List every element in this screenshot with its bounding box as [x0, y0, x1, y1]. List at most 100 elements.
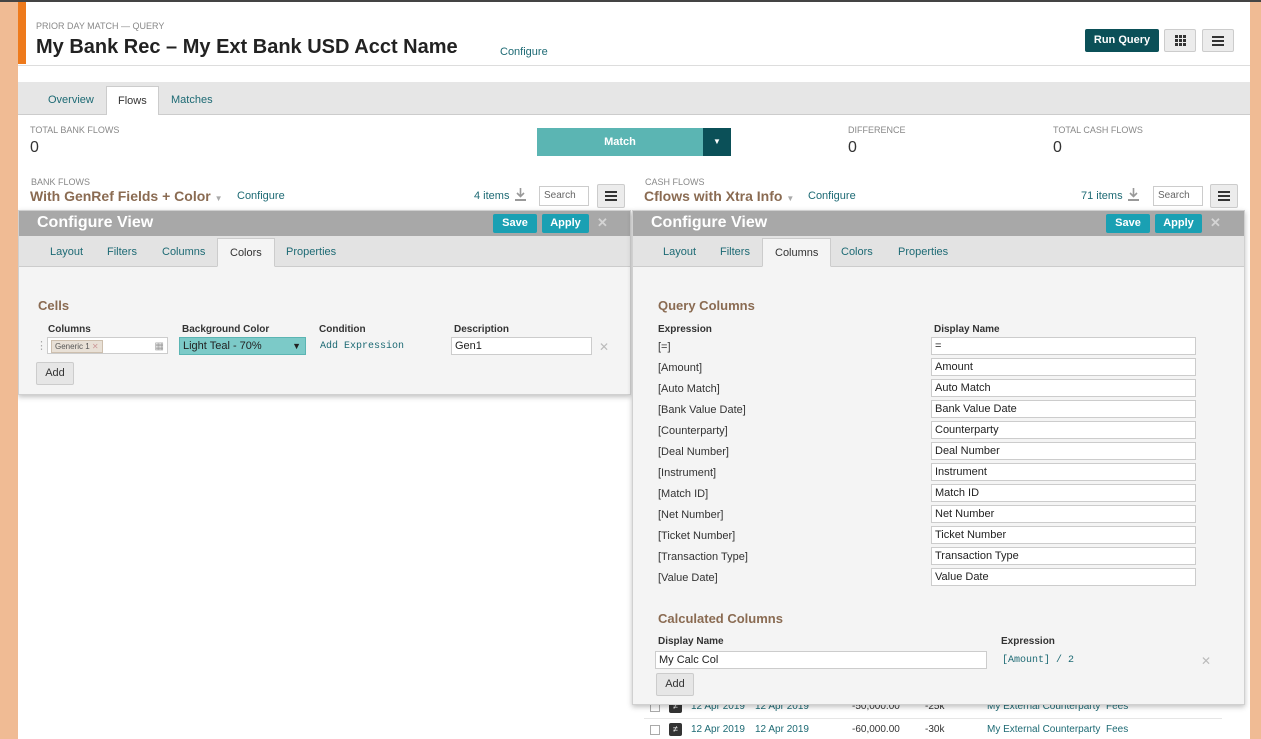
- tab-colors[interactable]: Colors: [829, 238, 885, 267]
- cash-menu-button[interactable]: [1210, 184, 1238, 208]
- close-icon[interactable]: ✕: [1210, 215, 1221, 231]
- query-expression: [Match ID]: [658, 488, 709, 500]
- row-date: 12 Apr 2019: [691, 724, 745, 735]
- cash-item-count: 71 items: [1081, 190, 1123, 202]
- cash-search-input[interactable]: Search: [1153, 186, 1203, 206]
- tab-colors[interactable]: Colors: [217, 238, 275, 267]
- bank-view-name[interactable]: With GenRef Fields + Color ▼: [30, 188, 223, 204]
- hamburger-icon: [1218, 191, 1230, 201]
- match-dropdown-button[interactable]: ▼: [703, 128, 731, 156]
- close-icon[interactable]: ✕: [597, 215, 608, 231]
- caret-down-icon: ▼: [214, 194, 223, 203]
- row-amount: -60,000.00: [852, 724, 900, 735]
- bank-menu-button[interactable]: [597, 184, 625, 208]
- panel-title: Configure View: [37, 214, 154, 231]
- tab-properties[interactable]: Properties: [886, 238, 960, 267]
- panel-tabs: Layout Filters Columns Colors Properties: [633, 236, 1244, 267]
- calc-display-name-header: Display Name: [658, 636, 724, 647]
- query-display-input[interactable]: Deal Number: [931, 442, 1196, 460]
- page-title: My Bank Rec – My Ext Bank USD Acct Name: [36, 36, 458, 58]
- add-cell-rule-button[interactable]: Add: [36, 362, 74, 385]
- panel-title: Configure View: [651, 214, 768, 231]
- remove-row-icon[interactable]: ✕: [1201, 654, 1211, 668]
- tab-filters[interactable]: Filters: [95, 238, 149, 267]
- calc-expression-link[interactable]: [Amount] / 2: [1002, 655, 1074, 666]
- tab-filters[interactable]: Filters: [708, 238, 762, 267]
- remove-tag-icon[interactable]: ✕: [92, 342, 99, 351]
- background-color-select[interactable]: Light Teal - 70% ▼: [179, 337, 306, 355]
- query-display-input[interactable]: Bank Value Date: [931, 400, 1196, 418]
- query-display-input[interactable]: Value Date: [931, 568, 1196, 586]
- grid-icon: [1174, 35, 1186, 46]
- columns-tag-input[interactable]: Generic 1 ✕ ▦: [47, 337, 168, 354]
- row-type[interactable]: Fees: [1106, 724, 1128, 735]
- save-button[interactable]: Save: [1106, 214, 1150, 233]
- table-row[interactable]: ≠ 12 Apr 2019 12 Apr 2019 -60,000.00 -30…: [644, 719, 1222, 739]
- query-display-input[interactable]: Match ID: [931, 484, 1196, 502]
- tab-columns[interactable]: Columns: [762, 238, 832, 267]
- tab-layout[interactable]: Layout: [38, 238, 95, 267]
- page-header: PRIOR DAY MATCH — QUERY My Bank Rec – My…: [18, 2, 1250, 66]
- title-configure-link[interactable]: Configure: [500, 46, 548, 58]
- not-equal-icon: ≠: [669, 723, 682, 736]
- query-display-input[interactable]: Net Number: [931, 505, 1196, 523]
- run-query-button[interactable]: Run Query: [1085, 29, 1159, 52]
- match-button[interactable]: Match: [537, 128, 703, 156]
- grid-icon[interactable]: ▦: [155, 339, 164, 353]
- tab-matches[interactable]: Matches: [160, 86, 224, 115]
- page-subtitle: PRIOR DAY MATCH — QUERY: [36, 21, 165, 31]
- query-display-input[interactable]: Counterparty: [931, 421, 1196, 439]
- row-checkbox[interactable]: [650, 725, 660, 735]
- drag-handle-icon[interactable]: ⋮: [36, 339, 47, 352]
- description-header: Description: [454, 324, 510, 335]
- query-expression: [Ticket Number]: [658, 530, 736, 542]
- difference-value: 0: [848, 139, 857, 156]
- bank-search-input[interactable]: Search: [539, 186, 589, 206]
- query-display-input[interactable]: Ticket Number: [931, 526, 1196, 544]
- query-expression: [Counterparty]: [658, 425, 728, 437]
- tab-properties[interactable]: Properties: [274, 238, 348, 267]
- apply-button[interactable]: Apply: [1155, 214, 1202, 233]
- save-button[interactable]: Save: [493, 214, 537, 233]
- tab-overview[interactable]: Overview: [37, 86, 105, 115]
- query-display-input[interactable]: Instrument: [931, 463, 1196, 481]
- hamburger-icon: [605, 191, 617, 201]
- background-color-header: Background Color: [182, 324, 270, 335]
- tab-flows[interactable]: Flows: [106, 86, 159, 115]
- tab-columns[interactable]: Columns: [150, 238, 217, 267]
- difference-label: DIFFERENCE: [848, 125, 906, 135]
- calc-display-name-input[interactable]: My Calc Col: [655, 651, 987, 669]
- remove-row-icon[interactable]: ✕: [599, 340, 609, 354]
- apply-button[interactable]: Apply: [542, 214, 589, 233]
- description-input[interactable]: Gen1: [451, 337, 592, 355]
- query-display-input[interactable]: Transaction Type: [931, 547, 1196, 565]
- cash-configure-link[interactable]: Configure: [808, 190, 856, 202]
- download-icon[interactable]: [515, 188, 526, 201]
- panel-header: Configure View Save Apply ✕: [633, 211, 1244, 236]
- bank-configure-view-panel: Configure View Save Apply ✕ Layout Filte…: [18, 210, 631, 395]
- cash-view-name[interactable]: Cflows with Xtra Info ▼: [644, 188, 794, 204]
- add-expression-link[interactable]: Add Expression: [320, 341, 404, 352]
- download-icon[interactable]: [1128, 188, 1139, 201]
- calc-expression-header: Expression: [1001, 636, 1055, 647]
- cash-flows-label: CASH FLOWS: [645, 177, 705, 187]
- query-display-input[interactable]: Auto Match: [931, 379, 1196, 397]
- cells-section-title: Cells: [38, 298, 70, 313]
- query-expression: [Amount]: [658, 362, 703, 374]
- bank-item-count: 4 items: [474, 190, 510, 202]
- grid-view-button[interactable]: [1164, 29, 1196, 52]
- query-display-input[interactable]: =: [931, 337, 1196, 355]
- panel-header: Configure View Save Apply ✕: [19, 211, 630, 236]
- total-cash-flows-label: TOTAL CASH FLOWS: [1053, 125, 1143, 135]
- query-display-input[interactable]: Amount: [931, 358, 1196, 376]
- query-expression: [Bank Value Date]: [658, 404, 746, 416]
- query-expression: [Auto Match]: [658, 383, 720, 395]
- row-counterparty[interactable]: My External Counterparty: [987, 724, 1100, 735]
- tab-layout[interactable]: Layout: [651, 238, 708, 267]
- main-tabs: Overview Flows Matches: [18, 82, 1250, 115]
- menu-button[interactable]: [1202, 29, 1234, 52]
- add-calc-column-button[interactable]: Add: [656, 673, 694, 696]
- bank-configure-link[interactable]: Configure: [237, 190, 285, 202]
- row-value-date: 12 Apr 2019: [755, 724, 809, 735]
- total-bank-flows-label: TOTAL BANK FLOWS: [30, 125, 120, 135]
